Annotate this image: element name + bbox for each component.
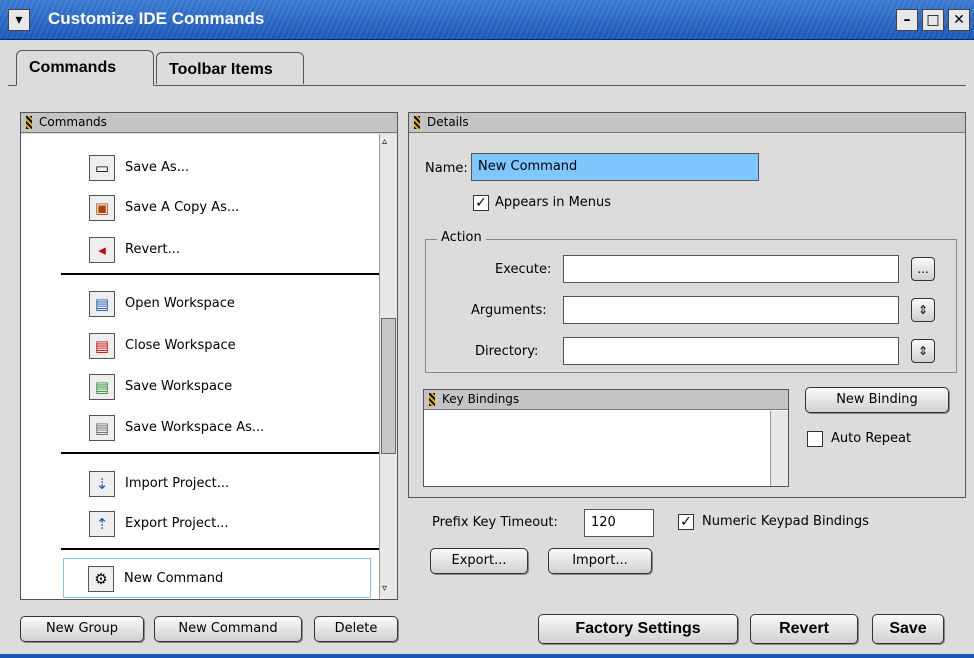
save-workspace-icon: ▤ [89, 374, 115, 400]
list-item[interactable]: ▤ Close Workspace [69, 326, 359, 366]
grip-icon [414, 116, 420, 129]
window-menu-icon[interactable]: ▾ [8, 9, 30, 31]
revert-button[interactable]: Revert [750, 614, 858, 644]
scroll-down-icon[interactable]: ▿ [382, 583, 394, 597]
name-label: Name: [425, 161, 468, 176]
list-item[interactable]: ▣ Save A Copy As... [69, 188, 359, 228]
directory-label: Directory: [475, 344, 539, 359]
list-item-label: Save Workspace As... [125, 420, 265, 435]
import-project-icon: ⇣ [89, 471, 115, 497]
list-item-label: Export Project... [125, 516, 229, 531]
commands-scrollbar[interactable]: ▵ ▿ [379, 134, 397, 599]
list-item-label: Import Project... [125, 476, 230, 491]
save-copy-icon: ▣ [89, 195, 115, 221]
grip-icon [26, 116, 32, 129]
execute-label: Execute: [495, 262, 552, 277]
list-item-label: Save A Copy As... [125, 200, 240, 215]
list-separator [61, 273, 379, 275]
commands-panel: Commands ▭ Save As... ▣ Save A Copy As..… [20, 112, 398, 600]
export-button[interactable]: Export... [430, 548, 528, 574]
tab-commands[interactable]: Commands [16, 50, 154, 86]
close-workspace-icon: ▤ [89, 333, 115, 359]
list-item[interactable]: ◂ Revert... [69, 230, 359, 270]
factory-settings-button[interactable]: Factory Settings [538, 614, 738, 644]
name-field-value: New Command [478, 159, 578, 174]
list-item-label: Save Workspace [125, 379, 233, 394]
prefix-timeout-field[interactable]: 120 [584, 509, 654, 537]
list-item-label: New Command [124, 571, 224, 586]
browse-button[interactable]: ... [911, 257, 935, 281]
commands-list[interactable]: ▭ Save As... ▣ Save A Copy As... ◂ Rever… [21, 134, 379, 599]
list-item[interactable]: ▤ Open Workspace [69, 284, 359, 324]
grip-icon [429, 393, 435, 406]
numeric-keypad-checkbox[interactable]: ✓ [678, 514, 694, 530]
list-separator [61, 548, 379, 550]
list-item-label: Save As... [125, 160, 190, 175]
new-binding-button[interactable]: New Binding [805, 387, 949, 413]
directory-field[interactable] [563, 337, 899, 365]
auto-repeat-label: Auto Repeat [831, 431, 912, 446]
commands-panel-header: Commands [21, 113, 397, 133]
list-separator [61, 452, 379, 454]
list-item-selected[interactable]: ⚙ New Command [63, 558, 371, 598]
details-panel: Details Name: New Command ✓ Appears in M… [408, 112, 966, 498]
appears-in-menus-checkbox[interactable]: ✓ [473, 195, 489, 211]
doc-save-icon: ▭ [89, 155, 115, 181]
list-item[interactable]: ▤ Save Workspace As... [69, 408, 359, 448]
window-title: Customize IDE Commands [48, 9, 265, 28]
numeric-keypad-label: Numeric Keypad Bindings [702, 514, 869, 529]
details-panel-header: Details [409, 113, 965, 133]
list-item[interactable]: ⇣ Import Project... [69, 464, 359, 504]
save-button[interactable]: Save [872, 614, 944, 644]
action-group-label: Action [437, 230, 486, 245]
list-item[interactable]: ⇡ Export Project... [69, 504, 359, 544]
scroll-thumb[interactable] [381, 318, 396, 454]
list-item[interactable]: ▤ Save Workspace [69, 367, 359, 407]
list-item[interactable]: ▭ Save As... [69, 148, 359, 188]
arguments-label: Arguments: [471, 303, 547, 318]
minimize-icon[interactable]: – [896, 9, 918, 31]
prefix-timeout-label: Prefix Key Timeout: [432, 515, 558, 530]
new-command-button[interactable]: New Command [154, 616, 302, 642]
list-item-label: Revert... [125, 242, 180, 257]
gear-icon: ⚙ [88, 566, 114, 592]
key-bindings-list[interactable]: Key Bindings [423, 389, 789, 487]
open-workspace-icon: ▤ [89, 291, 115, 317]
commands-panel-title: Commands [39, 115, 107, 129]
close-icon[interactable]: ✕ [948, 9, 970, 31]
list-item-label: Open Workspace [125, 296, 235, 311]
key-bindings-scrollbar[interactable] [770, 411, 788, 486]
revert-icon: ◂ [89, 237, 115, 263]
save-workspace-as-icon: ▤ [89, 415, 115, 441]
window-bottom-border [0, 654, 974, 658]
tab-toolbar-items[interactable]: Toolbar Items [156, 52, 304, 84]
new-group-button[interactable]: New Group [20, 616, 144, 642]
appears-in-menus-label: Appears in Menus [495, 195, 612, 210]
arguments-field[interactable] [563, 296, 899, 324]
list-item-label: Close Workspace [125, 338, 236, 353]
key-bindings-header: Key Bindings [424, 390, 788, 410]
execute-field[interactable] [563, 255, 899, 283]
key-bindings-title: Key Bindings [442, 392, 520, 406]
export-project-icon: ⇡ [89, 511, 115, 537]
title-bar[interactable]: ▾ Customize IDE Commands – □ ✕ [0, 0, 974, 40]
auto-repeat-checkbox[interactable] [807, 431, 823, 447]
scroll-up-icon[interactable]: ▵ [382, 136, 394, 150]
details-panel-title: Details [427, 115, 469, 129]
import-button[interactable]: Import... [548, 548, 652, 574]
arguments-stepper-icon[interactable]: ⇕ [911, 298, 935, 322]
delete-button[interactable]: Delete [314, 616, 398, 642]
prefix-timeout-value: 120 [591, 515, 616, 530]
directory-stepper-icon[interactable]: ⇕ [911, 339, 935, 363]
name-field[interactable]: New Command [471, 153, 759, 181]
maximize-icon[interactable]: □ [922, 9, 944, 31]
